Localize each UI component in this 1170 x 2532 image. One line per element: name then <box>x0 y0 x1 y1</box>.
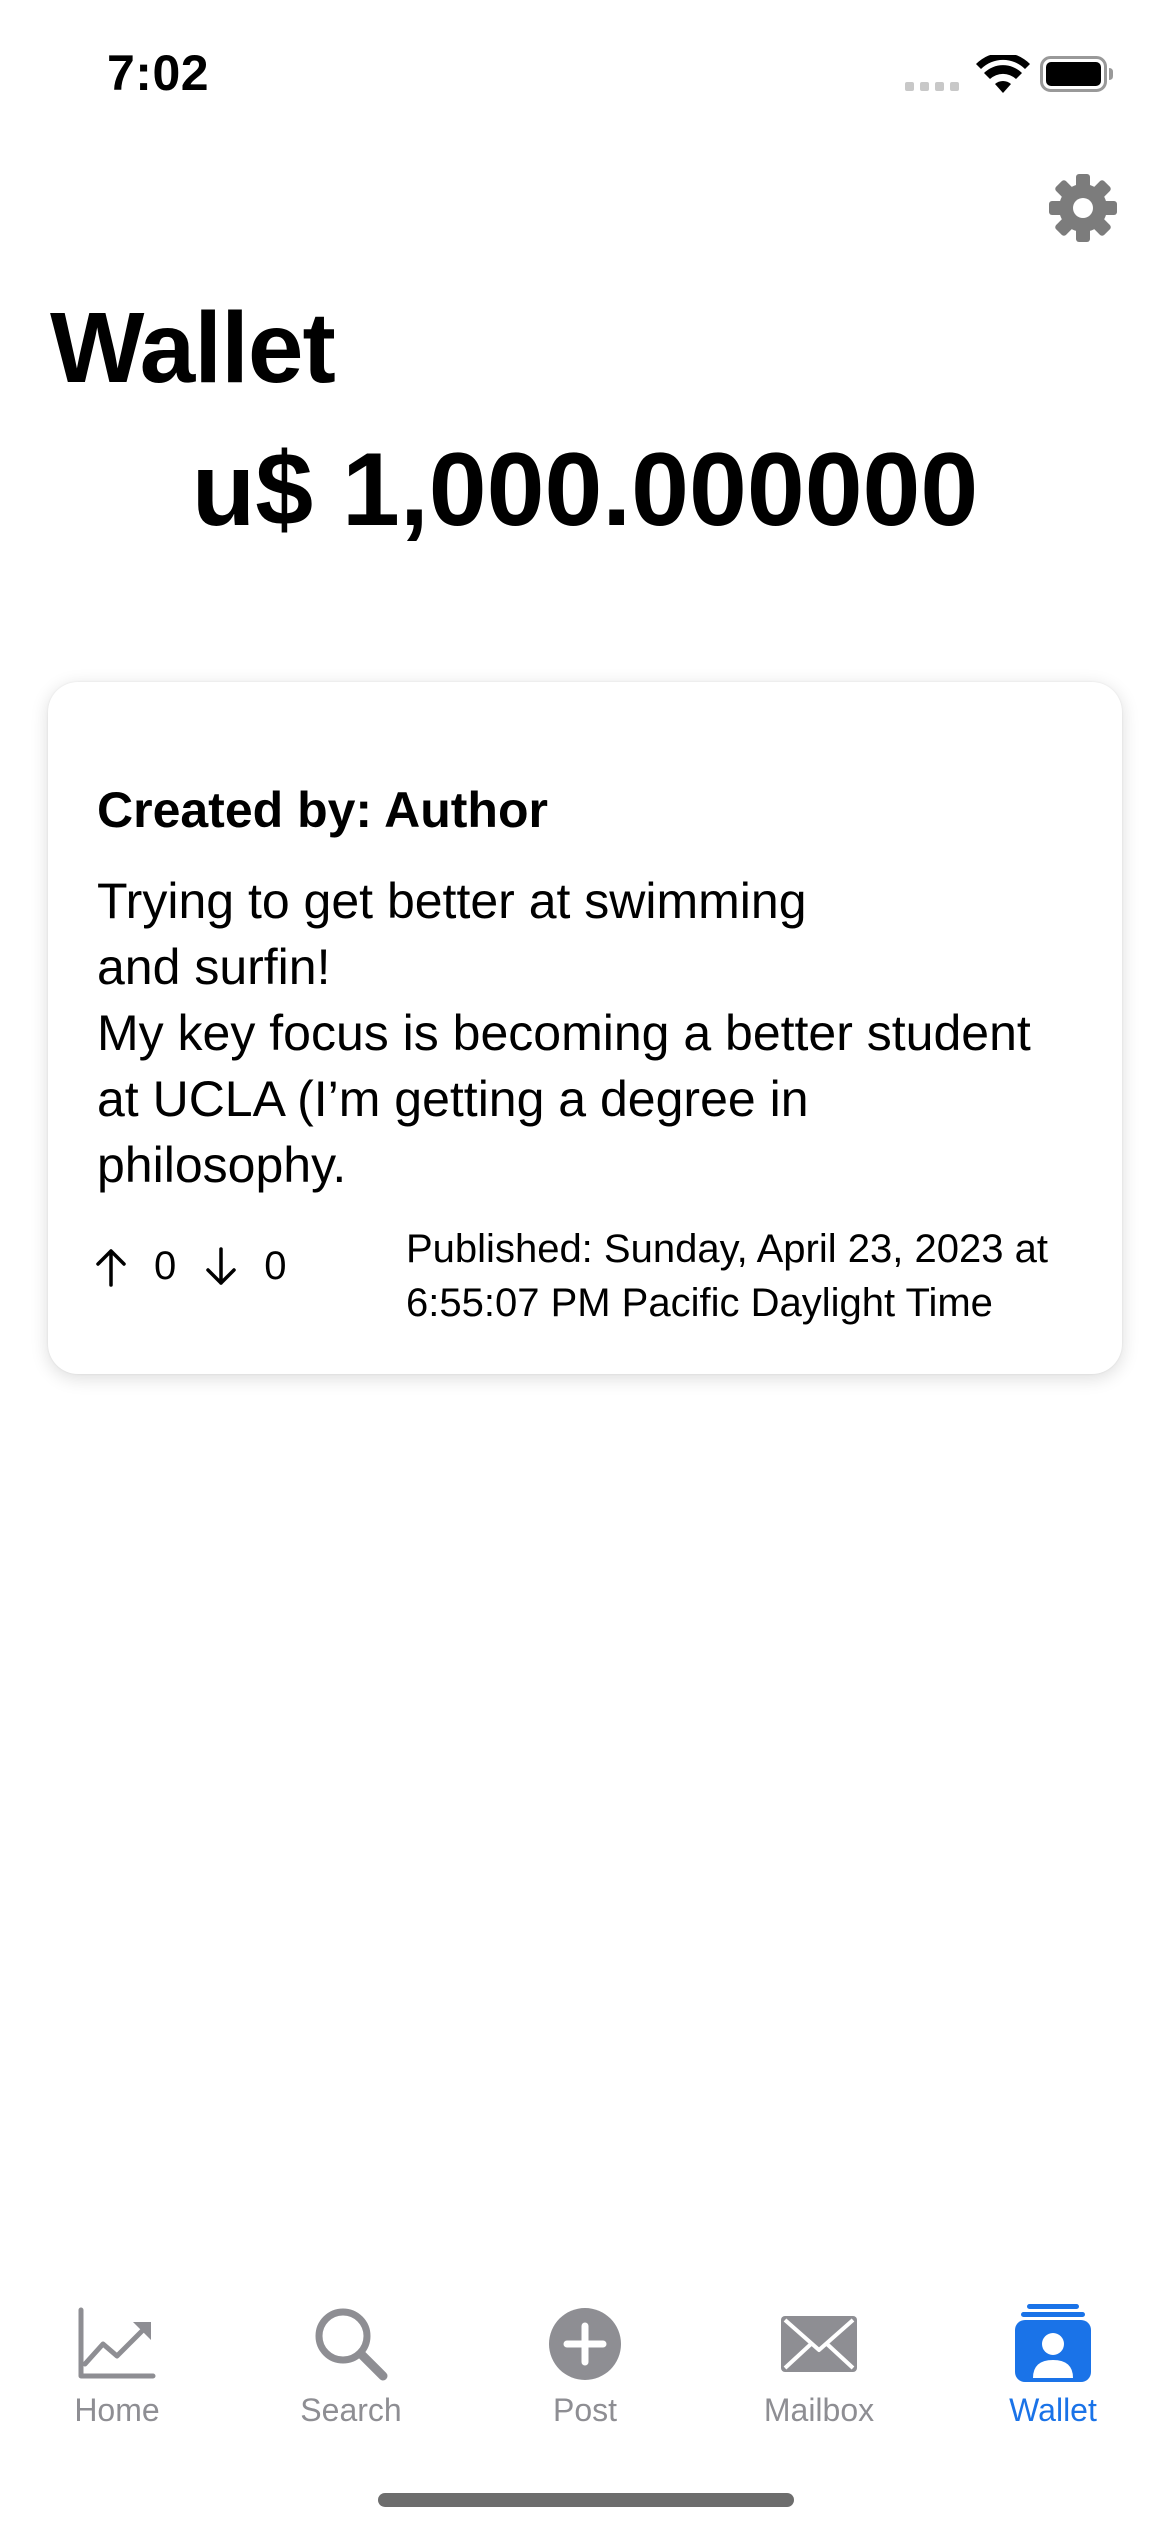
post-body: Trying to get better at swimming and sur… <box>97 868 1097 1198</box>
post-body-line: and surfin! <box>97 939 331 995</box>
tab-post[interactable]: Post <box>468 2276 702 2446</box>
magnifier-icon <box>315 2308 388 2381</box>
tab-label: Search <box>300 2392 402 2428</box>
tab-label: Post <box>552 2392 618 2428</box>
post-body-line: Trying to get better at swimming <box>97 873 807 929</box>
arrow-down-icon <box>206 1246 236 1285</box>
arrow-up-icon <box>96 1248 126 1287</box>
upvote-count: 0 <box>154 1244 177 1288</box>
tab-wallet[interactable]: Wallet <box>936 2276 1170 2446</box>
wallet-balance: u$ 1,000.000000 <box>191 432 979 548</box>
page-title: Wallet <box>50 292 336 404</box>
wallet-person-icon <box>1015 2304 1091 2382</box>
status-time: 7:02 <box>107 45 210 101</box>
tab-home[interactable]: Home <box>0 2276 234 2446</box>
status-bar: 7:02 <box>0 0 1170 150</box>
battery-icon <box>1040 56 1113 92</box>
published-line: Published: Sunday, April 23, 2023 at <box>406 1227 1048 1271</box>
upvote-button[interactable]: 0 <box>94 1244 204 1289</box>
post-author: Created by: Author <box>97 782 548 838</box>
post-body-line: at UCLA (I’m getting a degree in <box>97 1071 809 1127</box>
vote-controls: 0 0 <box>94 1244 315 1289</box>
tab-label: Home <box>74 2392 160 2428</box>
gear-icon[interactable] <box>1047 172 1119 244</box>
chart-line-icon <box>78 2307 156 2379</box>
home-indicator[interactable] <box>378 2493 794 2507</box>
tab-label: Mailbox <box>763 2392 875 2428</box>
envelope-icon <box>781 2316 857 2372</box>
downvote-count: 0 <box>264 1244 287 1288</box>
post-body-line: My key focus is becoming a better studen… <box>97 1005 1031 1061</box>
published-timestamp: Published: Sunday, April 23, 2023 at 6:5… <box>406 1222 1106 1330</box>
tab-label: Wallet <box>1009 2392 1097 2428</box>
downvote-button[interactable]: 0 <box>204 1244 314 1289</box>
post-body-line: philosophy. <box>97 1137 347 1193</box>
tab-search[interactable]: Search <box>234 2276 468 2446</box>
plus-circle-icon <box>549 2308 621 2380</box>
wifi-icon <box>976 55 1030 93</box>
published-line: 6:55:07 PM Pacific Daylight Time <box>406 1281 993 1325</box>
tab-mailbox[interactable]: Mailbox <box>702 2276 936 2446</box>
cellular-signal-icon <box>905 82 959 91</box>
post-card[interactable]: Created by: Author Trying to get better … <box>48 682 1122 1374</box>
